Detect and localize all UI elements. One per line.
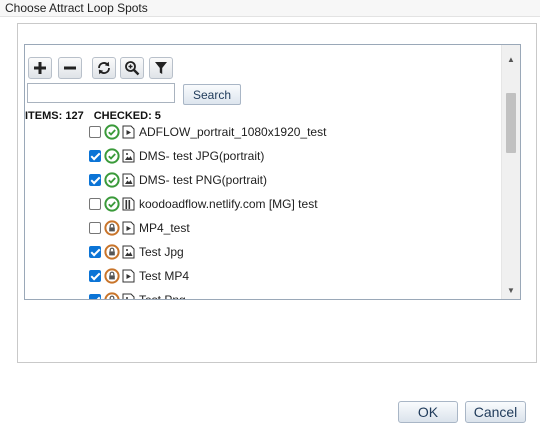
item-checkbox[interactable] xyxy=(89,150,101,162)
list-item[interactable]: ADFLOW_portrait_1080x1920_test xyxy=(89,121,499,143)
list-item[interactable]: Test Jpg xyxy=(89,241,499,263)
approved-status-icon xyxy=(104,196,120,212)
locked-status-icon xyxy=(104,268,120,284)
list-item[interactable]: DMS- test JPG(portrait) xyxy=(89,145,499,167)
item-label: MP4_test xyxy=(139,221,190,235)
web-file-icon xyxy=(122,197,135,211)
item-checkbox[interactable] xyxy=(89,270,101,282)
zoom-button[interactable] xyxy=(120,57,144,79)
scroll-up-arrow-icon[interactable]: ▲ xyxy=(502,50,520,68)
item-label: Test MP4 xyxy=(139,269,190,283)
ok-button[interactable]: OK xyxy=(398,401,458,423)
item-checkbox[interactable] xyxy=(89,294,101,299)
image-file-icon xyxy=(122,245,135,259)
item-checkbox[interactable] xyxy=(89,126,101,138)
approved-status-icon xyxy=(104,172,120,188)
video-file-icon xyxy=(122,125,135,139)
refresh-icon xyxy=(98,61,110,75)
item-checkbox[interactable] xyxy=(89,246,101,258)
add-button[interactable] xyxy=(28,57,52,79)
zoom-icon xyxy=(125,61,140,76)
filter-icon xyxy=(155,62,167,74)
item-label: Test Png xyxy=(139,293,186,300)
item-label: DMS- test PNG(portrait) xyxy=(139,173,268,187)
items-count: ITEMS: 127 xyxy=(25,110,84,122)
scroll-down-arrow-icon[interactable]: ▼ xyxy=(502,281,520,299)
image-file-icon xyxy=(122,173,135,187)
approved-status-icon xyxy=(104,148,120,164)
locked-status-icon xyxy=(104,220,120,236)
refresh-button[interactable] xyxy=(92,57,116,79)
search-input[interactable] xyxy=(27,83,175,103)
list-item[interactable]: Test Png xyxy=(89,289,499,300)
remove-button[interactable] xyxy=(58,57,82,79)
video-file-icon xyxy=(122,269,135,283)
item-label: koodoadflow.netlify.com [MG] test xyxy=(139,197,318,211)
image-file-icon xyxy=(122,293,135,299)
minus-icon xyxy=(64,66,76,70)
dialog-title: Choose Attract Loop Spots xyxy=(0,0,540,17)
item-label: Test Jpg xyxy=(139,245,184,259)
spots-picker-panel: Search ITEMS: 127 CHECKED: 5 ADFLOW_portr… xyxy=(24,44,521,300)
scroll-thumb[interactable] xyxy=(506,93,516,153)
filter-button[interactable] xyxy=(149,57,173,79)
item-checkbox[interactable] xyxy=(89,222,101,234)
list-item[interactable]: MP4_test xyxy=(89,217,499,239)
image-file-icon xyxy=(122,149,135,163)
item-label: ADFLOW_portrait_1080x1920_test xyxy=(139,125,327,139)
locked-status-icon xyxy=(104,292,120,299)
item-label: DMS- test JPG(portrait) xyxy=(139,149,265,163)
item-checkbox[interactable] xyxy=(89,198,101,210)
list-item[interactable]: Test MP4 xyxy=(89,265,499,287)
search-button[interactable]: Search xyxy=(183,84,241,105)
plus-icon xyxy=(34,62,46,74)
list-item[interactable]: DMS- test PNG(portrait) xyxy=(89,169,499,191)
video-file-icon xyxy=(122,221,135,235)
list-item[interactable]: koodoadflow.netlify.com [MG] test xyxy=(89,193,499,215)
locked-status-icon xyxy=(104,244,120,260)
item-checkbox[interactable] xyxy=(89,174,101,186)
approved-status-icon xyxy=(104,124,120,140)
cancel-button[interactable]: Cancel xyxy=(465,401,526,423)
list-scrollbar[interactable]: ▲ ▼ xyxy=(501,45,520,299)
